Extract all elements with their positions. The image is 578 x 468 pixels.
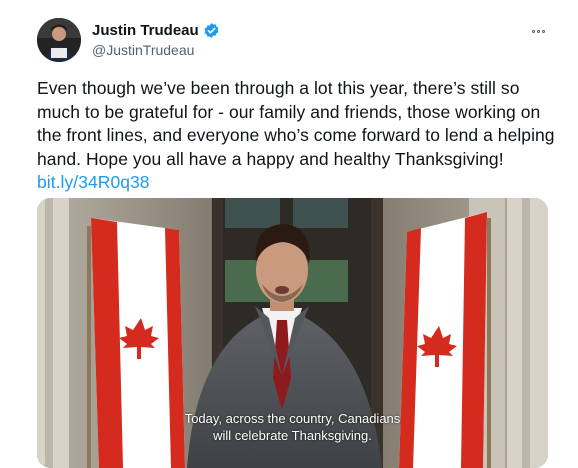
video-caption-line: Today, across the country, Canadians <box>184 411 401 426</box>
author-handle[interactable]: @JustinTrudeau <box>92 42 194 58</box>
more-options-icon <box>541 29 545 33</box>
avatar-image <box>37 18 81 62</box>
tweet-text-line: much to be grateful for - our family and… <box>37 101 541 122</box>
tweet-link[interactable]: bit.ly/34R0q38 <box>37 171 557 195</box>
avatar[interactable] <box>37 18 81 62</box>
author-name-row[interactable]: Justin Trudeau <box>92 22 220 39</box>
tweet-card[interactable]: Justin Trudeau @JustinTrudeau Even thoug… <box>0 0 578 468</box>
tweet-text-line: the front lines, and everyone who’s come… <box>37 125 555 145</box>
more-options-button[interactable] <box>526 22 550 40</box>
tweet-text-line: hand. Hope you all have a happy and heal… <box>37 148 504 169</box>
video-caption-line: will celebrate Thanksgiving. <box>213 428 372 443</box>
video-caption: Today, across the country, Canadians wil… <box>37 410 548 444</box>
tweet-text: Even though we’ve been through a lot thi… <box>37 77 557 195</box>
tweet-video[interactable]: Today, across the country, Canadians wil… <box>37 198 548 468</box>
more-options-icon <box>536 29 540 33</box>
tweet-text-line: Even though we’ve been through a lot thi… <box>37 78 520 98</box>
more-options-icon <box>531 29 535 33</box>
author-display-name[interactable]: Justin Trudeau <box>92 22 199 39</box>
verified-badge-icon <box>203 22 220 39</box>
